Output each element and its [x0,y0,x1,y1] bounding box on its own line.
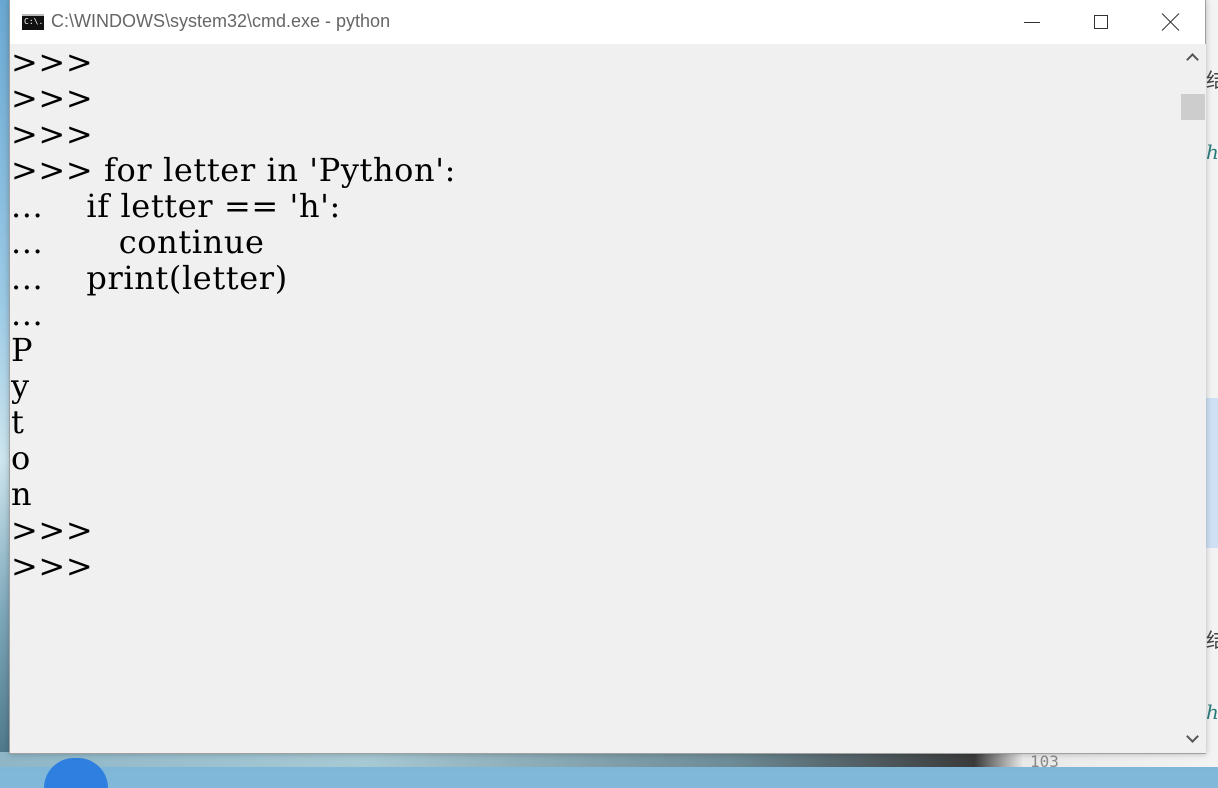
scroll-down-icon[interactable] [1186,733,1198,745]
console-line: n [11,475,33,513]
window-title: C:\WINDOWS\system32\cmd.exe - python [51,11,391,31]
console-line: >>> [11,547,94,585]
console-line: ... [11,295,44,333]
cmd-icon-text: C:\. [24,17,44,26]
console-line: ... continue [11,223,265,261]
scroll-thumb[interactable] [1181,94,1205,120]
console-line: >>> [11,79,94,117]
minimize-button[interactable] [998,0,1066,44]
background-page-number: 103 [1030,752,1059,771]
vertical-scrollbar[interactable] [1180,44,1206,753]
close-icon [1162,13,1180,31]
console-line: t [11,403,25,441]
taskbar-app-icon [44,758,108,788]
console-line: >>> [11,44,94,81]
console-line: ... print(letter) [11,259,288,297]
console-line: >>> [11,511,94,549]
scroll-up-icon[interactable] [1186,52,1198,64]
console-output[interactable]: >>> >>> >>> >>> for letter in 'Python':... … [10,44,1180,753]
cmd-icon: C:\. [22,14,44,30]
close-button[interactable] [1137,0,1205,44]
console-line: o [11,439,31,477]
console-line: ... if letter == 'h': [11,187,341,225]
console-line: y [11,367,30,405]
minimize-icon [1024,21,1040,23]
maximize-button[interactable] [1067,0,1135,44]
cmd-window[interactable]: C:\. C:\WINDOWS\system32\cmd.exe - pytho… [9,0,1206,754]
background-window-edge: 结 h 结 h [1206,0,1218,767]
title-bar[interactable]: C:\. C:\WINDOWS\system32\cmd.exe - pytho… [10,0,1205,44]
maximize-icon [1094,15,1108,29]
desktop-background-bottom: 103 [0,752,1218,788]
console-line: P [11,331,34,369]
console-line: >>> [11,115,94,153]
console-line: >>> for letter in 'Python': [11,151,457,189]
